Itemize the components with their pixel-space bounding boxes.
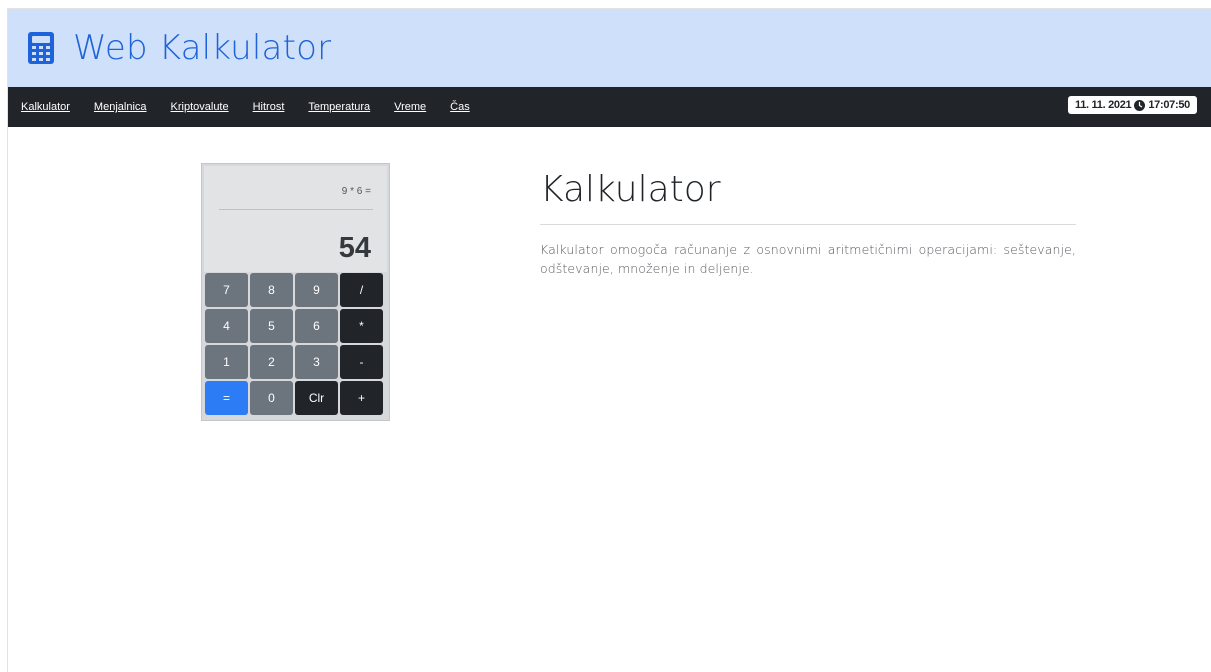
key-equals-button[interactable]: = [205, 381, 248, 415]
key-digit-2-button[interactable]: 2 [250, 345, 293, 379]
date-text: 11. 11. 2021 [1075, 99, 1132, 111]
nav-links: Kalkulator Menjalnica Kriptovalute Hitrost T… [21, 101, 494, 113]
key-digit-1-button[interactable]: 1 [205, 345, 248, 379]
page-heading: Kalkulator [540, 169, 721, 210]
top-navbar: Kalkulator Menjalnica Kriptovalute Hitrost T… [8, 87, 1211, 127]
key-divide-button[interactable]: / [340, 273, 383, 307]
calculator-icon [27, 32, 55, 64]
site-title: Web Kalkulator [73, 28, 332, 68]
nav-link--as[interactable]: Čas [450, 101, 470, 113]
nav-link-kriptovalute[interactable]: Kriptovalute [171, 101, 229, 113]
clock-icon [1134, 99, 1146, 111]
key-digit-0-button[interactable]: 0 [250, 381, 293, 415]
key-clear-button[interactable]: Clr [295, 381, 338, 415]
key-subtract-button[interactable]: - [340, 345, 383, 379]
page-description: Kalkulator omogoča računanje z osnovnimi… [540, 242, 1076, 276]
key-digit-5-button[interactable]: 5 [250, 309, 293, 343]
key-digit-4-button[interactable]: 4 [205, 309, 248, 343]
main-content: Kalkulator Kalkulator omogoča računanje … [540, 169, 1076, 278]
key-digit-8-button[interactable]: 8 [250, 273, 293, 307]
nav-link-temperatura[interactable]: Temperatura [308, 101, 370, 113]
key-add-button[interactable]: + [340, 381, 383, 415]
key-digit-6-button[interactable]: 6 [295, 309, 338, 343]
key-digit-9-button[interactable]: 9 [295, 273, 338, 307]
display-divider [219, 209, 373, 210]
calculator-display: 9 * 6 = 54 [204, 166, 387, 272]
nav-link-vreme[interactable]: Vreme [394, 101, 426, 113]
nav-link-kalkulator[interactable]: Kalkulator [21, 101, 70, 113]
expression-text: 9 * 6 = [341, 186, 371, 197]
key-digit-3-button[interactable]: 3 [295, 345, 338, 379]
result-text: 54 [338, 232, 371, 264]
key-multiply-button[interactable]: * [340, 309, 383, 343]
nav-link-hitrost[interactable]: Hitrost [253, 101, 285, 113]
page-header: Web Kalkulator [8, 9, 1211, 87]
date-time-badge: 11. 11. 2021 17:07:50 [1068, 96, 1197, 114]
calculator-keypad: 7 8 9/ 4 5 6 * 1 2 3- = 0 Clr + [205, 273, 383, 415]
heading-divider [540, 224, 1076, 225]
nav-link-menjalnica[interactable]: Menjalnica [94, 101, 147, 113]
key-digit-7-button[interactable]: 7 [205, 273, 248, 307]
browser-viewport: Web Kalkulator Kalkulator Menjalnica Kript… [7, 8, 1211, 672]
calculator-widget: 9 * 6 = 54 7 8 9/ 4 5 6 * 1 2 3- = 0 Clr + [201, 163, 390, 421]
time-text: 17:07:50 [1148, 99, 1190, 111]
